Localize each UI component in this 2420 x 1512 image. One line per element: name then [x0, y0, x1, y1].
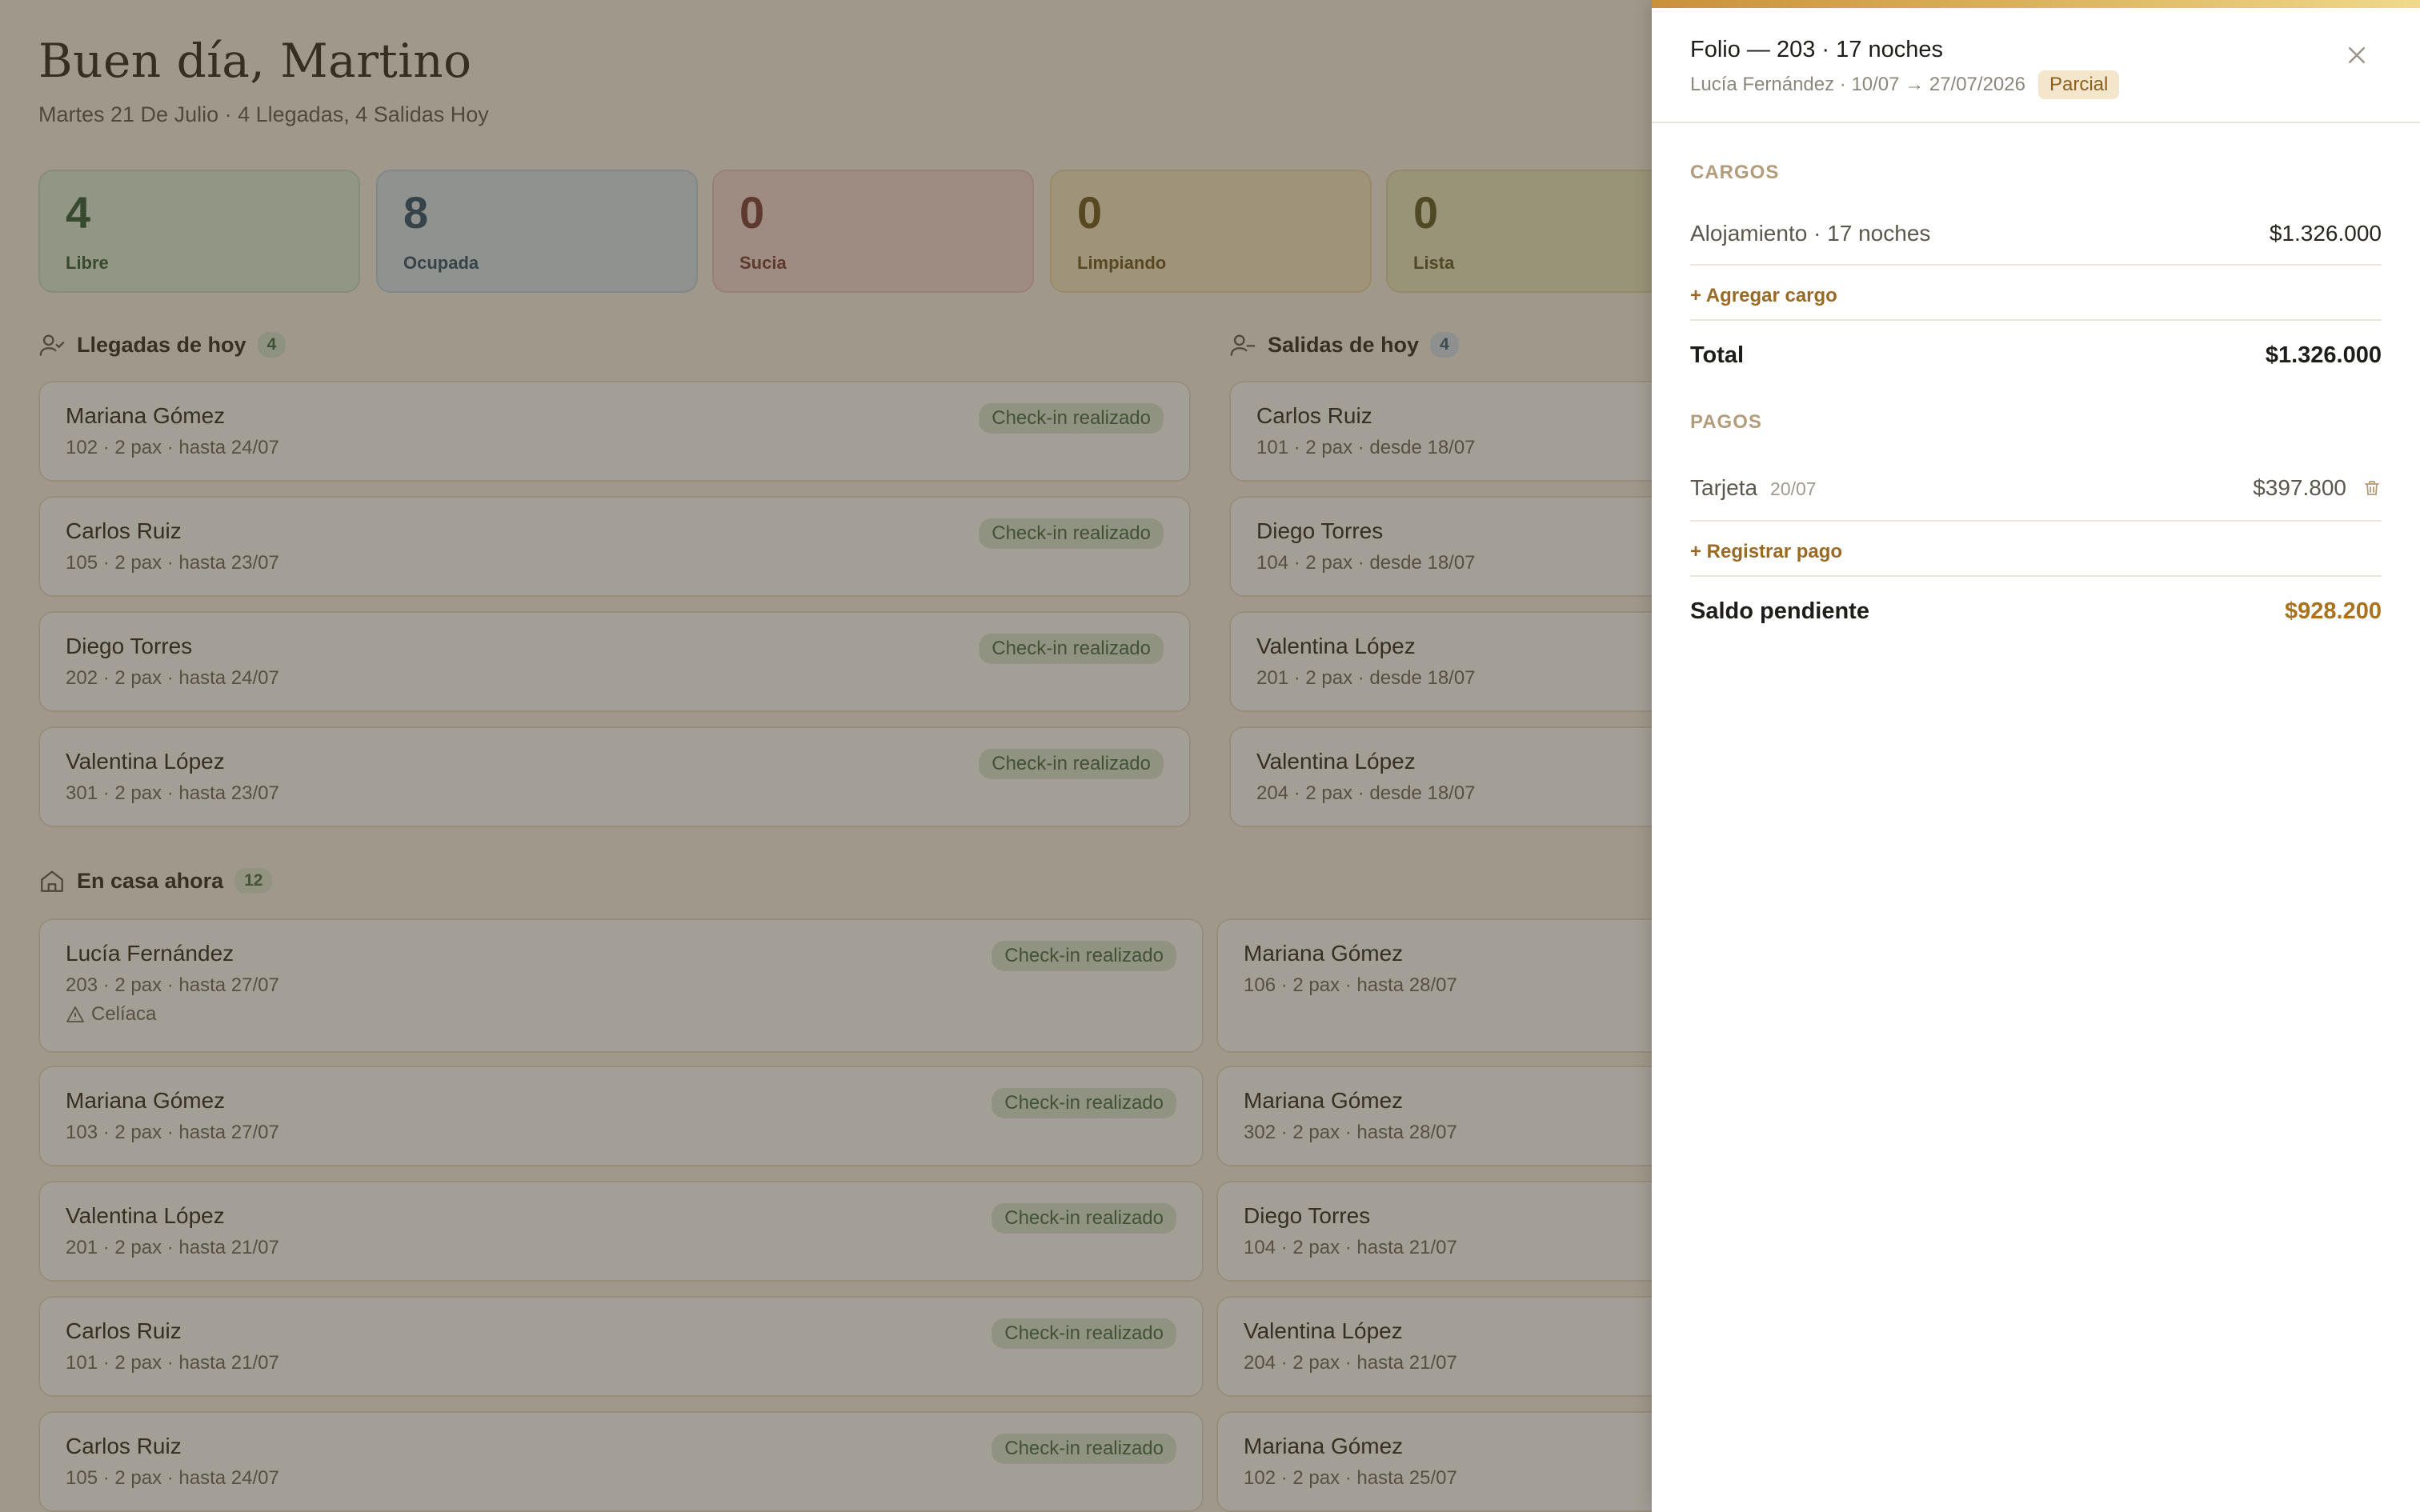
modal-overlay[interactable] [0, 0, 1652, 1512]
divider [1690, 319, 2382, 321]
balance-row: Saldo pendiente $928.200 [1690, 598, 2382, 625]
add-charge-link[interactable]: + Agregar cargo [1690, 285, 1837, 307]
divider [1690, 264, 2382, 266]
balance-label: Saldo pendiente [1690, 598, 1869, 624]
divider [1690, 520, 2382, 522]
balance-amount: $928.200 [2285, 598, 2382, 624]
total-row: Total $1.326.000 [1690, 342, 2382, 369]
payment-actions: $397.800 [2253, 475, 2382, 501]
folio-guest-dates: Lucía Fernández · 10/07 → 27/07/2026 [1690, 74, 2025, 95]
trash-icon[interactable] [2362, 478, 2382, 498]
divider [1690, 575, 2382, 577]
header-divider [1652, 122, 2420, 123]
payment-amount: $397.800 [2253, 475, 2346, 500]
charge-row: Alojamiento · 17 noches $1.326.000 [1690, 221, 2382, 246]
folio-title: Folio — 203 · 17 noches [1690, 37, 1943, 62]
charge-amount: $1.326.000 [2269, 221, 2382, 246]
total-amount: $1.326.000 [2265, 342, 2382, 368]
close-icon[interactable] [2345, 43, 2369, 67]
payment-info: Tarjeta 20/07 [1690, 475, 1817, 501]
folio-drawer: Folio — 203 · 17 noches Lucía Fernández … [1652, 0, 2420, 1512]
payments-heading: PAGOS [1690, 411, 1762, 433]
charge-label: Alojamiento · 17 noches [1690, 221, 1931, 246]
add-payment-link[interactable]: + Registrar pago [1690, 541, 1842, 563]
drawer-accent-bar [1652, 0, 2420, 8]
folio-subtitle: Lucía Fernández · 10/07 → 27/07/2026 Par… [1690, 70, 2120, 99]
total-label: Total [1690, 342, 1745, 368]
payment-method: Tarjeta [1690, 475, 1758, 500]
folio-status-badge: Parcial [2037, 70, 2120, 99]
payment-date: 20/07 [1770, 478, 1817, 499]
payment-row: Tarjeta 20/07 $397.800 [1690, 475, 2382, 501]
charges-heading: CARGOS [1690, 162, 1780, 183]
